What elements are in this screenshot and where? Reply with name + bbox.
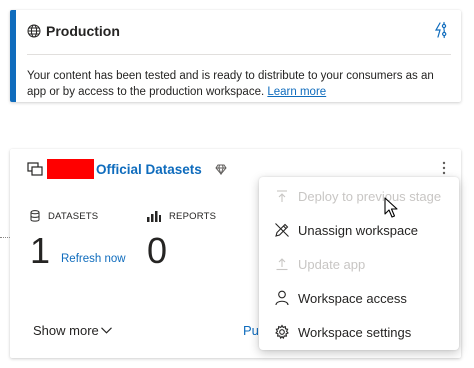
learn-more-link[interactable]: Learn more bbox=[267, 86, 326, 98]
deploy-previous-icon bbox=[273, 187, 291, 205]
header-divider bbox=[27, 54, 451, 55]
production-title: Production bbox=[46, 23, 120, 39]
datasets-label: DATASETS bbox=[48, 210, 99, 222]
deployment-rules-icon[interactable] bbox=[429, 19, 451, 41]
menu-item-label: Workspace settings bbox=[298, 324, 412, 340]
reports-label: REPORTS bbox=[169, 210, 217, 222]
production-stage-card: Production Your content has been tested … bbox=[10, 10, 461, 102]
gear-icon bbox=[273, 323, 291, 341]
workspace-icon bbox=[27, 162, 43, 176]
menu-item-label: Update app bbox=[298, 256, 366, 272]
menu-item-workspace-access[interactable]: Workspace access bbox=[259, 281, 459, 315]
menu-item-update-app[interactable]: Update app bbox=[259, 247, 459, 281]
update-app-icon bbox=[273, 255, 291, 273]
production-description: Your content has been tested and is read… bbox=[27, 68, 445, 100]
publish-button-partial[interactable]: Pu bbox=[243, 323, 259, 338]
menu-item-label: Deploy to previous stage bbox=[298, 188, 442, 204]
menu-item-workspace-settings[interactable]: Workspace settings bbox=[259, 315, 459, 349]
show-more-label: Show more bbox=[33, 323, 99, 338]
pipeline-connector bbox=[0, 237, 10, 239]
database-icon bbox=[30, 210, 40, 222]
redacted-name-block bbox=[47, 159, 94, 179]
menu-item-label: Unassign workspace bbox=[298, 222, 418, 238]
more-options-icon[interactable] bbox=[437, 159, 451, 177]
chevron-down-icon bbox=[100, 327, 112, 334]
reports-count: 0 bbox=[147, 230, 168, 271]
datasets-count: 1 bbox=[30, 230, 51, 271]
production-header: Production bbox=[27, 21, 451, 41]
show-more-button[interactable]: Show more bbox=[33, 323, 112, 338]
stage-accent-bar bbox=[10, 10, 16, 102]
refresh-now-link[interactable]: Refresh now bbox=[61, 253, 126, 265]
workspace-context-menu: Deploy to previous stage Unassign worksp… bbox=[259, 177, 459, 350]
description-text: Your content has been tested and is read… bbox=[27, 70, 434, 98]
workspace-name[interactable]: Official Datasets bbox=[96, 162, 202, 177]
reports-metric-label: REPORTS bbox=[147, 210, 216, 222]
bar-chart-icon bbox=[147, 210, 161, 222]
diamond-icon bbox=[215, 164, 227, 175]
menu-item-deploy-previous[interactable]: Deploy to previous stage bbox=[259, 179, 459, 213]
person-icon bbox=[273, 289, 291, 307]
pencil-unassign-icon bbox=[273, 221, 291, 239]
menu-item-unassign-workspace[interactable]: Unassign workspace bbox=[259, 213, 459, 247]
menu-item-label: Workspace access bbox=[298, 290, 407, 306]
datasets-metric-label: DATASETS bbox=[30, 210, 98, 222]
workspace-header: Official Datasets bbox=[27, 159, 227, 179]
globe-icon bbox=[27, 24, 41, 38]
